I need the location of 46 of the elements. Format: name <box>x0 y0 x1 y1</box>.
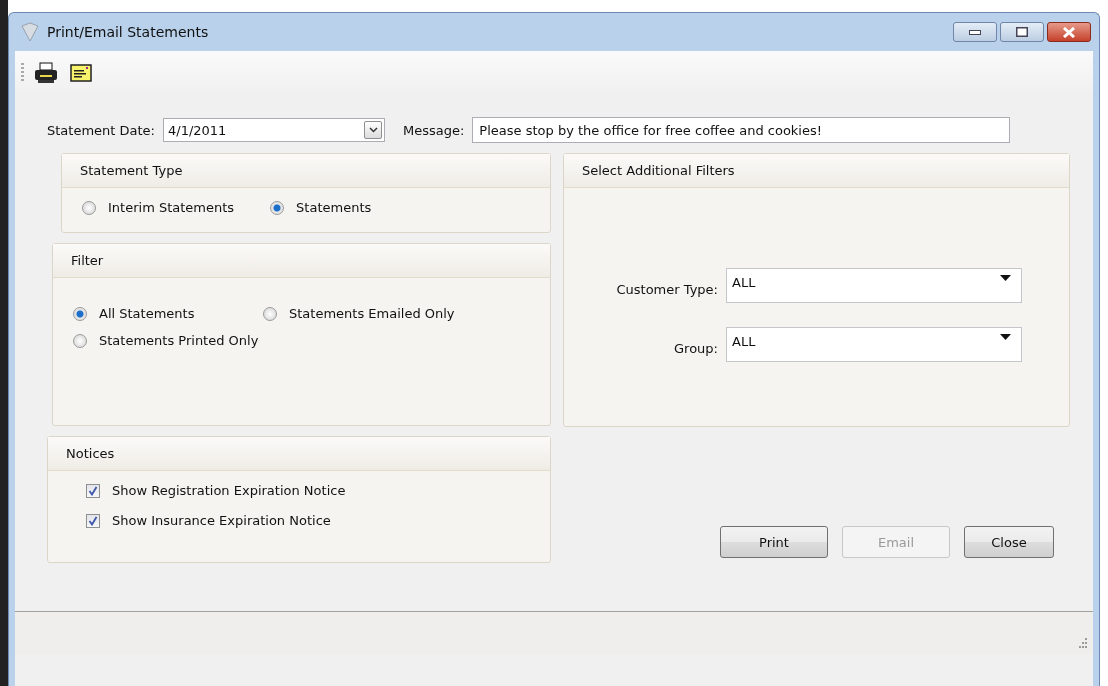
panel-title: Notices <box>66 446 115 461</box>
dropdown-field[interactable]: ALL <box>726 268 1022 303</box>
radio-button[interactable] <box>82 200 96 215</box>
checkbox-option[interactable]: Show Registration Expiration Notice <box>86 483 550 498</box>
printer-icon <box>34 62 58 84</box>
message-label: Message: <box>403 122 465 138</box>
checkmark-icon <box>88 515 98 526</box>
dialog-button[interactable]: Close <box>964 526 1054 558</box>
maximize-icon <box>1016 27 1028 37</box>
radio-button[interactable] <box>73 306 87 321</box>
radio-option[interactable]: Statements <box>270 200 372 215</box>
dropdown-button[interactable] <box>364 121 382 139</box>
chevron-down-icon <box>368 127 378 133</box>
panel-title: Statement Type <box>80 163 183 178</box>
dialog-button[interactable]: Print <box>720 526 828 558</box>
maximize-button[interactable] <box>1000 22 1044 42</box>
email-button[interactable] <box>68 62 94 84</box>
field-label: Customer Type: <box>615 281 718 297</box>
panel-title: Filter <box>71 253 104 268</box>
message-field[interactable]: Please stop by the office for free coffee and cookies! <box>472 117 1011 143</box>
radio-button[interactable] <box>263 306 277 321</box>
resize-grip-icon <box>1077 638 1087 648</box>
window-title: Print/Email Statements <box>47 24 209 40</box>
dropdown-arrow-icon <box>1000 334 1011 340</box>
close-icon <box>1062 26 1076 38</box>
dropdown-arrow-icon <box>1000 275 1011 281</box>
minimize-icon <box>969 29 981 35</box>
radio-button[interactable] <box>73 333 87 348</box>
checkmark-icon <box>88 485 98 496</box>
field-label: Group: <box>673 340 718 356</box>
checkbox[interactable] <box>86 483 100 498</box>
print-button[interactable] <box>32 60 60 86</box>
radio-button[interactable] <box>270 200 285 215</box>
minimize-button[interactable] <box>953 22 997 42</box>
checkbox-option[interactable]: Show Insurance Expiration Notice <box>86 513 550 528</box>
dropdown-field[interactable]: ALL <box>726 327 1022 362</box>
envelope-icon <box>70 64 92 82</box>
panel-title: Select Additional Filters <box>582 163 735 178</box>
close-button[interactable] <box>1047 22 1091 42</box>
checkbox[interactable] <box>86 513 100 528</box>
date-picker[interactable]: 4/1/2011 <box>163 118 385 142</box>
radio-option[interactable]: All Statements <box>73 306 263 321</box>
radio-option[interactable]: Interim Statements <box>82 200 235 215</box>
radio-option[interactable]: Statements Printed Only <box>73 333 263 348</box>
radio-option[interactable]: Statements Emailed Only <box>263 306 550 321</box>
statement-date-label: Statement Date: <box>47 122 155 138</box>
